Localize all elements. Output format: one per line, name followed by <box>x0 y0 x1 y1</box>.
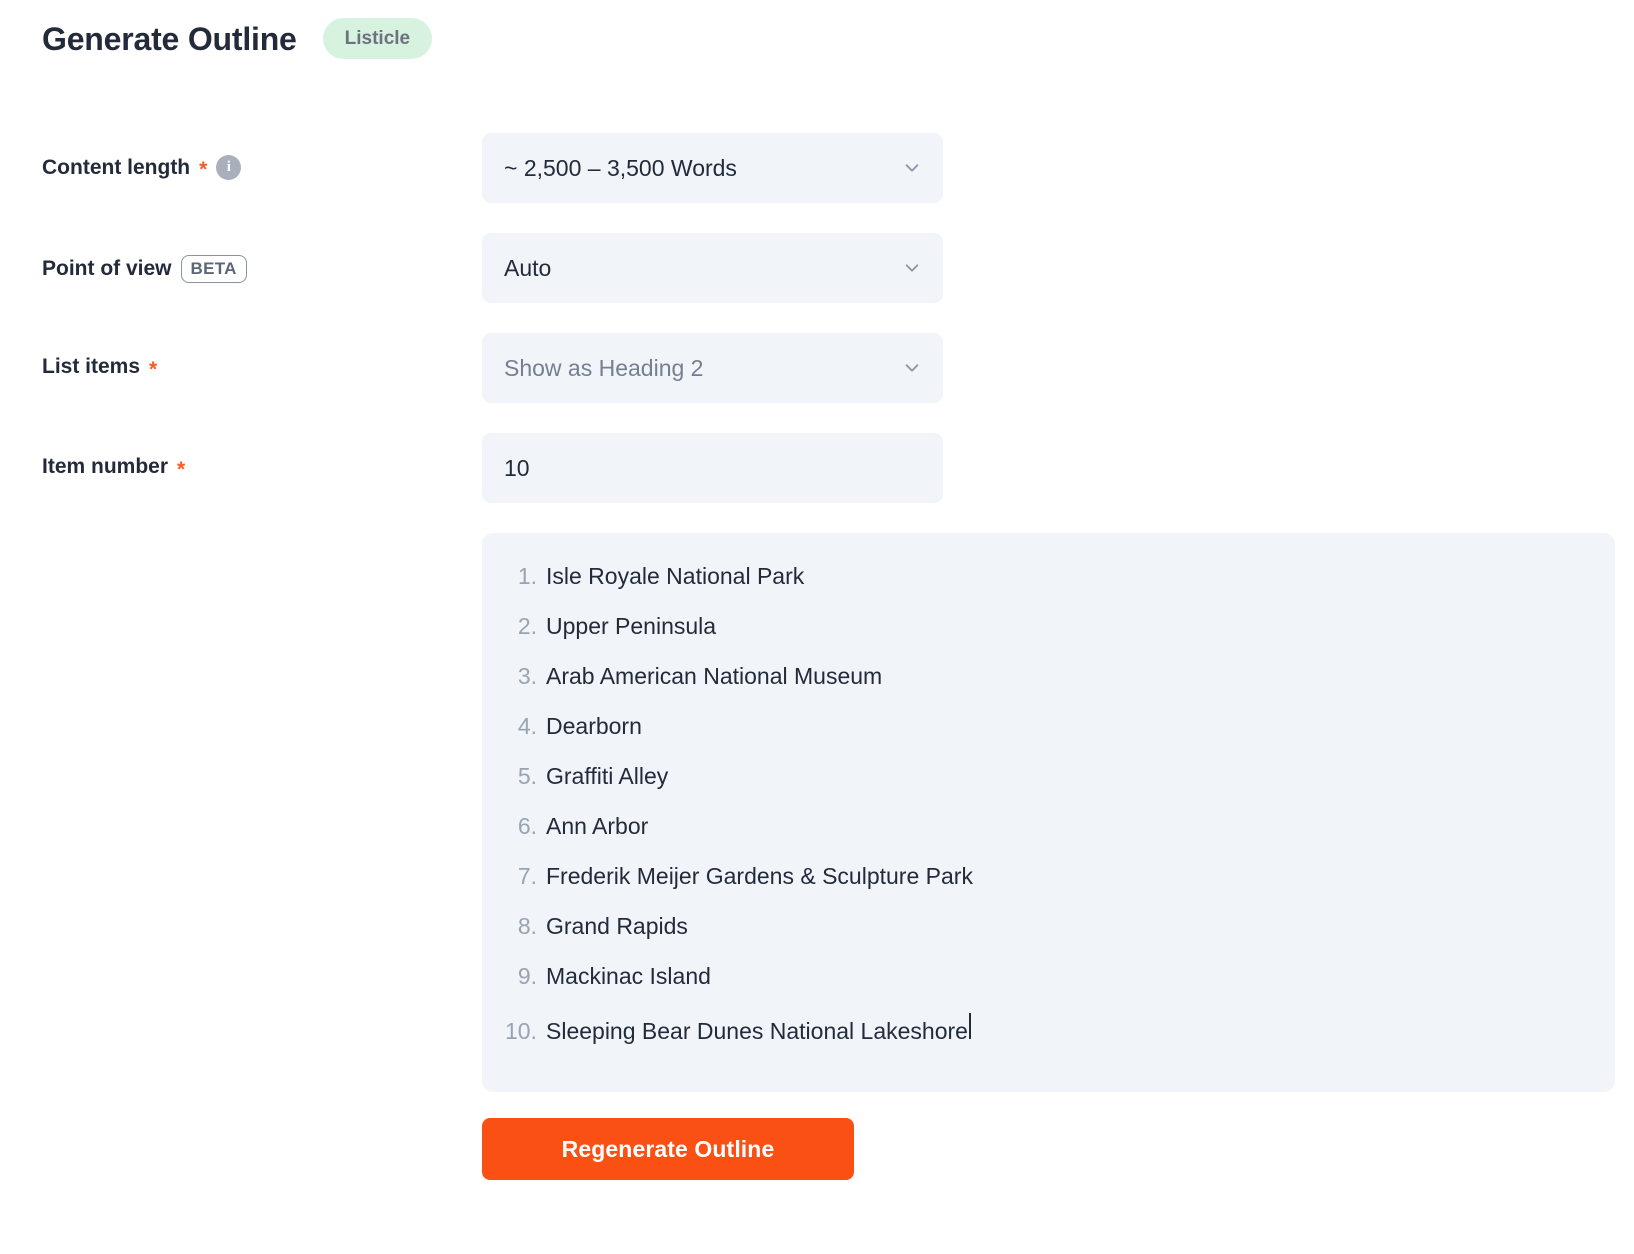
label-item-number: Item number * <box>42 455 186 481</box>
list-item-number: 4. <box>517 713 537 739</box>
item-number-input[interactable]: 10 <box>482 433 943 503</box>
list-item-number: 5. <box>517 763 537 789</box>
label-point-of-view: Point of view BETA <box>42 255 247 283</box>
list-item-number: 3. <box>517 663 537 689</box>
point-of-view-select[interactable]: Auto <box>482 233 943 303</box>
info-icon[interactable]: i <box>216 155 242 180</box>
label-content-length-text: Content length <box>42 155 191 179</box>
label-list-items: List items * <box>42 355 158 381</box>
page-header: Generate Outline Listicle <box>42 18 433 59</box>
list-item[interactable]: 9. Mackinac Island <box>504 963 1591 1013</box>
list-item-number: 8. <box>517 913 537 939</box>
label-content-length: Content length * i <box>42 155 242 181</box>
list-item-text: Frederik Meijer Gardens & Sculpture Park <box>546 863 973 889</box>
list-item-number: 9. <box>517 963 537 989</box>
list-item[interactable]: 10. Sleeping Bear Dunes National Lakeshor… <box>504 1013 1591 1063</box>
chevron-down-icon <box>903 259 921 277</box>
list-item-text: Grand Rapids <box>546 913 688 939</box>
required-asterisk: * <box>177 457 186 481</box>
list-item-number: 10. <box>505 1018 537 1044</box>
list-item[interactable]: 4. Dearborn <box>504 713 1591 763</box>
list-item[interactable]: 1. Isle Royale National Park <box>504 563 1591 613</box>
list-item-number: 1. <box>517 563 537 589</box>
list-item-text: Mackinac Island <box>546 963 711 989</box>
form-row-list-items: List items * Show as Heading 2 <box>0 333 1634 433</box>
regenerate-outline-button[interactable]: Regenerate Outline <box>482 1118 854 1180</box>
form-row-content-length: Content length * i ~ 2,500 – 3,500 Words <box>0 133 1634 233</box>
required-asterisk: * <box>199 158 208 181</box>
list-items-select[interactable]: Show as Heading 2 <box>482 333 943 403</box>
content-length-value: ~ 2,500 – 3,500 Words <box>504 154 737 181</box>
label-list-items-text: List items <box>42 355 141 378</box>
form-row-point-of-view: Point of view BETA Auto <box>0 233 1634 333</box>
list-item[interactable]: 3. Arab American National Museum <box>504 663 1591 713</box>
list-item-text: Ann Arbor <box>546 813 649 839</box>
point-of-view-value: Auto <box>504 254 552 281</box>
status-badge-listicle: Listicle <box>322 18 433 59</box>
list-item[interactable]: 8. Grand Rapids <box>504 913 1591 963</box>
list-item-text: Upper Peninsula <box>546 613 717 639</box>
outline-settings-form: Content length * i ~ 2,500 – 3,500 Words… <box>0 133 1634 533</box>
chevron-down-icon <box>903 159 921 177</box>
list-item-text: Isle Royale National Park <box>546 563 805 589</box>
list-item-number: 7. <box>517 863 537 889</box>
list-items-value: Show as Heading 2 <box>504 354 704 381</box>
outline-items-editor[interactable]: 1. Isle Royale National Park 2. Upper Penin… <box>482 533 1615 1092</box>
required-asterisk: * <box>149 357 158 381</box>
chevron-down-icon <box>903 359 921 377</box>
beta-badge: BETA <box>180 255 247 283</box>
list-item[interactable]: 6. Ann Arbor <box>504 813 1591 863</box>
label-item-number-text: Item number <box>42 455 169 478</box>
item-number-value: 10 <box>504 454 530 481</box>
list-item-text: Graffiti Alley <box>546 763 669 789</box>
list-item-text: Dearborn <box>546 713 642 739</box>
list-item-number: 6. <box>517 813 537 839</box>
page-title: Generate Outline <box>42 20 297 57</box>
list-item-number: 2. <box>517 613 537 639</box>
list-item-text: Sleeping Bear Dunes National Lakeshore <box>546 1018 968 1044</box>
content-length-select[interactable]: ~ 2,500 – 3,500 Words <box>482 133 943 203</box>
label-point-of-view-text: Point of view <box>42 256 172 280</box>
form-row-item-number: Item number * 10 <box>0 433 1634 533</box>
list-item[interactable]: 2. Upper Peninsula <box>504 613 1591 663</box>
list-item[interactable]: 5. Graffiti Alley <box>504 763 1591 813</box>
list-item-text: Arab American National Museum <box>546 663 883 689</box>
list-item[interactable]: 7. Frederik Meijer Gardens & Sculpture Pa… <box>504 863 1591 913</box>
text-cursor <box>968 1013 971 1039</box>
